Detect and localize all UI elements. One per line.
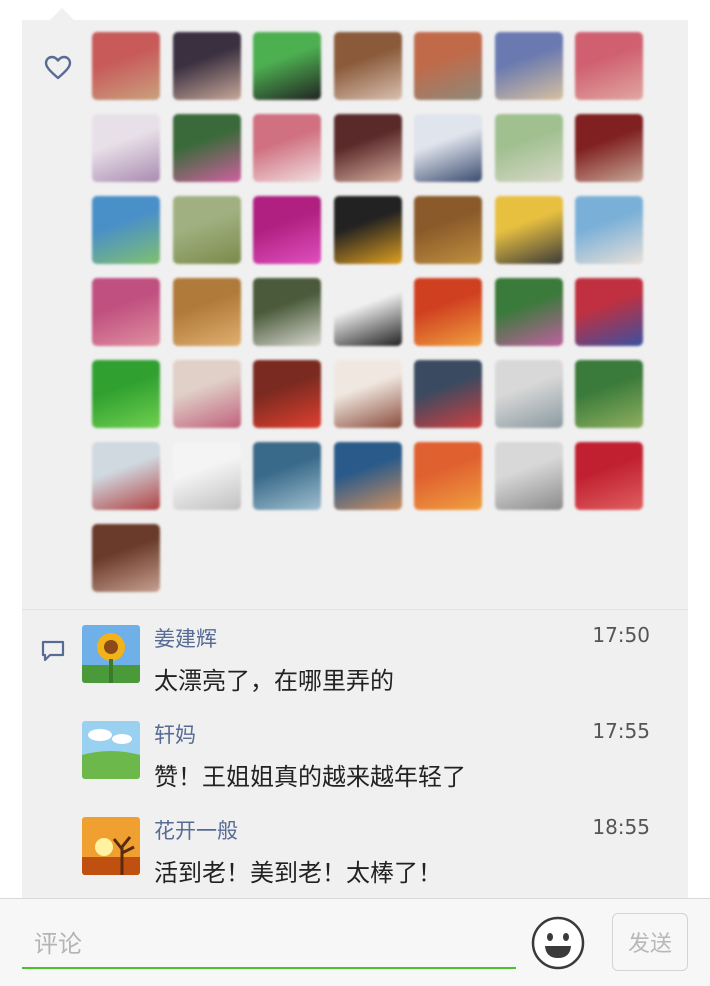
liker-avatar[interactable]	[92, 442, 160, 510]
comment-composer: 发送	[0, 898, 710, 986]
liker-avatar[interactable]	[253, 114, 321, 182]
panel-pointer	[50, 8, 74, 20]
liker-avatar[interactable]	[92, 32, 160, 100]
liker-avatar[interactable]	[575, 360, 643, 428]
liker-avatar[interactable]	[253, 196, 321, 264]
comment-text: 赞！王姐姐真的越来越年轻了	[154, 763, 466, 791]
liker-avatar[interactable]	[172, 32, 241, 100]
liker-avatar[interactable]	[92, 278, 160, 346]
comment-bubble-icon	[41, 640, 65, 662]
liker-avatar[interactable]	[333, 278, 402, 346]
liker-avatar[interactable]	[575, 32, 643, 100]
liker-avatar[interactable]	[414, 360, 482, 428]
liker-avatar[interactable]	[414, 442, 482, 510]
liker-avatar[interactable]	[494, 32, 563, 100]
liker-avatar[interactable]	[92, 524, 160, 592]
liker-avatar[interactable]	[253, 360, 321, 428]
commenter-name[interactable]: 姜建辉	[154, 623, 217, 653]
liker-avatar[interactable]	[333, 442, 402, 510]
liker-avatar[interactable]	[172, 360, 241, 428]
liker-avatar[interactable]	[414, 32, 482, 100]
comment-item[interactable]: 花开一般 18:55 活到老！美到老！太棒了！	[82, 815, 672, 887]
liker-avatar[interactable]	[333, 32, 402, 100]
liker-avatar[interactable]	[575, 442, 643, 510]
comment-time: 17:55	[592, 719, 650, 743]
liker-avatar[interactable]	[92, 360, 160, 428]
liker-avatar[interactable]	[414, 196, 482, 264]
liker-avatar[interactable]	[333, 360, 402, 428]
liker-avatar[interactable]	[92, 196, 160, 264]
liker-avatar[interactable]	[494, 278, 563, 346]
liker-avatar[interactable]	[253, 442, 321, 510]
liker-avatar[interactable]	[494, 360, 563, 428]
avatar[interactable]	[82, 817, 140, 875]
comment-text: 活到老！美到老！太棒了！	[154, 859, 442, 887]
liker-avatar[interactable]	[494, 114, 563, 182]
commenter-name[interactable]: 轩妈	[154, 719, 196, 749]
liker-avatar[interactable]	[172, 114, 241, 182]
comment-text: 太漂亮了，在哪里弄的	[154, 667, 394, 695]
comment-time: 18:55	[592, 815, 650, 839]
liker-avatar[interactable]	[494, 196, 563, 264]
liker-avatar[interactable]	[575, 196, 643, 264]
liker-avatar[interactable]	[92, 114, 160, 182]
comment-item[interactable]: 轩妈 17:55 赞！王姐姐真的越来越年轻了	[82, 719, 672, 791]
smiley-face-icon[interactable]	[530, 915, 586, 971]
heart-outline-icon	[44, 55, 72, 80]
liker-avatar[interactable]	[414, 114, 482, 182]
liker-avatar[interactable]	[253, 278, 321, 346]
liker-avatar[interactable]	[172, 442, 241, 510]
commenter-name[interactable]: 花开一般	[154, 815, 238, 845]
comment-time: 17:50	[592, 623, 650, 647]
liker-avatar[interactable]	[172, 278, 241, 346]
liker-avatar[interactable]	[575, 278, 643, 346]
divider	[22, 609, 688, 610]
liker-avatar[interactable]	[172, 196, 241, 264]
avatar[interactable]	[82, 721, 140, 779]
avatar[interactable]	[82, 625, 140, 683]
send-button[interactable]: 发送	[612, 913, 688, 971]
liker-avatar[interactable]	[253, 32, 321, 100]
panel-top-edge	[22, 0, 688, 20]
liker-avatar[interactable]	[414, 278, 482, 346]
liker-avatar[interactable]	[333, 114, 402, 182]
comment-input[interactable]	[22, 921, 516, 969]
liker-avatar[interactable]	[333, 196, 402, 264]
liker-avatar[interactable]	[494, 442, 563, 510]
comment-item[interactable]: 姜建辉 17:50 太漂亮了，在哪里弄的	[82, 623, 672, 695]
liker-avatar[interactable]	[575, 114, 643, 182]
